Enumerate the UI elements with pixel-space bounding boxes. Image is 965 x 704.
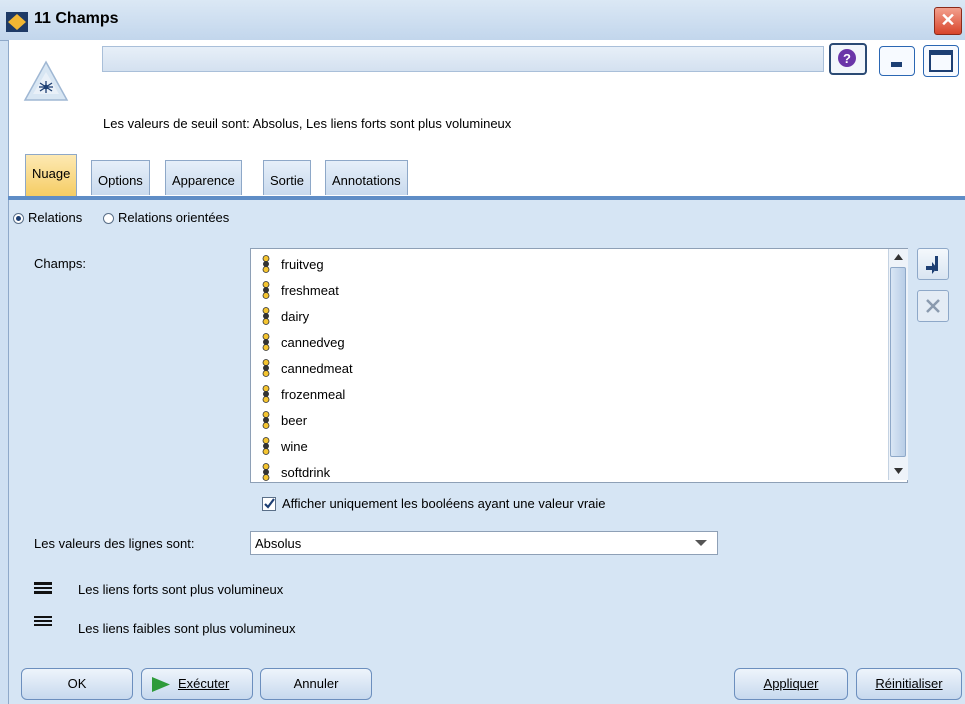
only-true-label: Afficher uniquement les booléens ayant u… <box>282 496 606 511</box>
list-item[interactable]: frozenmeal <box>251 381 907 407</box>
help-icon: ? <box>838 49 856 67</box>
tab-annotations[interactable]: Annotations <box>325 160 408 195</box>
delete-x-icon <box>926 299 940 313</box>
field-chooser-icon <box>926 256 938 274</box>
tab-strip: Nuage Options Apparence Sortie Annotatio… <box>8 150 965 198</box>
list-item[interactable]: cannedveg <box>251 329 907 355</box>
flag-field-icon <box>262 463 270 481</box>
field-name: cannedveg <box>281 334 345 350</box>
maximize-button[interactable] <box>923 45 959 77</box>
node-name-field[interactable] <box>102 46 824 72</box>
list-item[interactable]: cannedmeat <box>251 355 907 381</box>
flag-field-icon <box>262 255 270 273</box>
field-name: fruitveg <box>281 256 324 272</box>
node-header: ? Les valeurs de seuil sont: Absolus, Le… <box>8 40 965 150</box>
fields-label: Champs: <box>34 256 87 271</box>
only-true-checkbox[interactable] <box>262 497 276 511</box>
field-name: dairy <box>281 308 310 324</box>
close-button[interactable]: ✕ <box>934 7 962 35</box>
scroll-thumb[interactable] <box>890 267 906 457</box>
close-icon: ✕ <box>940 10 956 30</box>
field-name: cannedmeat <box>281 360 353 376</box>
flag-field-icon <box>262 307 270 325</box>
node-diamond-icon <box>6 12 28 32</box>
line-values-dropdown[interactable]: Absolus <box>250 531 718 555</box>
scroll-down-icon[interactable] <box>893 467 904 475</box>
weak-links-label[interactable]: Les liens faibles sont plus volumineux <box>78 621 296 636</box>
list-item[interactable]: fruitveg <box>251 251 907 277</box>
window-title: 11 Champs <box>34 10 119 27</box>
svg-text:?: ? <box>843 51 851 66</box>
flag-field-icon <box>262 437 270 455</box>
relations-radio[interactable] <box>13 213 24 224</box>
list-item[interactable]: wine <box>251 433 907 459</box>
line-values-label: Les valeurs des lignes sont: <box>34 536 195 551</box>
checkmark-icon <box>264 498 275 509</box>
tab-nuage[interactable]: Nuage <box>25 154 78 197</box>
tab-apparence[interactable]: Apparence <box>165 160 242 195</box>
reset-button[interactable]: Réinitialiser <box>856 668 962 700</box>
strong-links-label[interactable]: Les liens forts sont plus volumineux <box>78 582 283 597</box>
cancel-button[interactable]: Annuler <box>260 668 372 700</box>
fields-scrollbar[interactable] <box>888 249 908 480</box>
flag-field-icon <box>262 385 270 403</box>
flag-field-icon <box>262 359 270 377</box>
flag-field-icon <box>262 411 270 429</box>
pick-fields-button[interactable] <box>917 248 949 280</box>
run-button[interactable]: Exécuter <box>141 668 253 700</box>
field-name: wine <box>281 438 308 454</box>
tab-options[interactable]: Options <box>91 160 150 195</box>
line-values-selected: Absolus <box>255 536 302 551</box>
maximize-icon <box>929 50 953 72</box>
chevron-down-icon <box>695 540 707 546</box>
run-label: Exécuter <box>178 676 230 691</box>
list-item[interactable]: beer <box>251 407 907 433</box>
flag-field-icon <box>262 333 270 351</box>
directed-relations-radio-label: Relations orientées <box>118 210 230 225</box>
field-name: freshmeat <box>281 282 339 298</box>
relations-radio-label: Relations <box>28 210 83 225</box>
minimize-button[interactable] <box>879 46 915 76</box>
title-bar: 11 Champs ✕ <box>0 0 965 41</box>
list-item[interactable]: softdrink <box>251 459 907 482</box>
field-name: beer <box>281 412 308 428</box>
list-item[interactable]: freshmeat <box>251 277 907 303</box>
fields-list[interactable]: fruitveg freshmeat dairy cannedveg canne… <box>250 248 908 483</box>
settings-summary: Les valeurs de seuil sont: Absolus, Les … <box>103 116 512 131</box>
tab-sortie[interactable]: Sortie <box>263 160 311 195</box>
list-item[interactable]: dairy <box>251 303 907 329</box>
ok-button[interactable]: OK <box>21 668 133 700</box>
remove-field-button[interactable] <box>917 290 949 322</box>
directed-relations-radio[interactable] <box>103 213 114 224</box>
play-icon <box>152 677 170 692</box>
strong-links-icon[interactable] <box>34 582 52 594</box>
scroll-up-icon[interactable] <box>893 253 904 261</box>
help-button[interactable]: ? <box>829 43 867 75</box>
flag-field-icon <box>262 281 270 299</box>
weak-links-icon[interactable] <box>34 616 52 626</box>
minimize-icon <box>891 62 902 67</box>
field-name: frozenmeal <box>281 386 346 402</box>
web-node-icon <box>23 60 69 101</box>
field-name: softdrink <box>281 464 331 480</box>
apply-button[interactable]: Appliquer <box>734 668 848 700</box>
